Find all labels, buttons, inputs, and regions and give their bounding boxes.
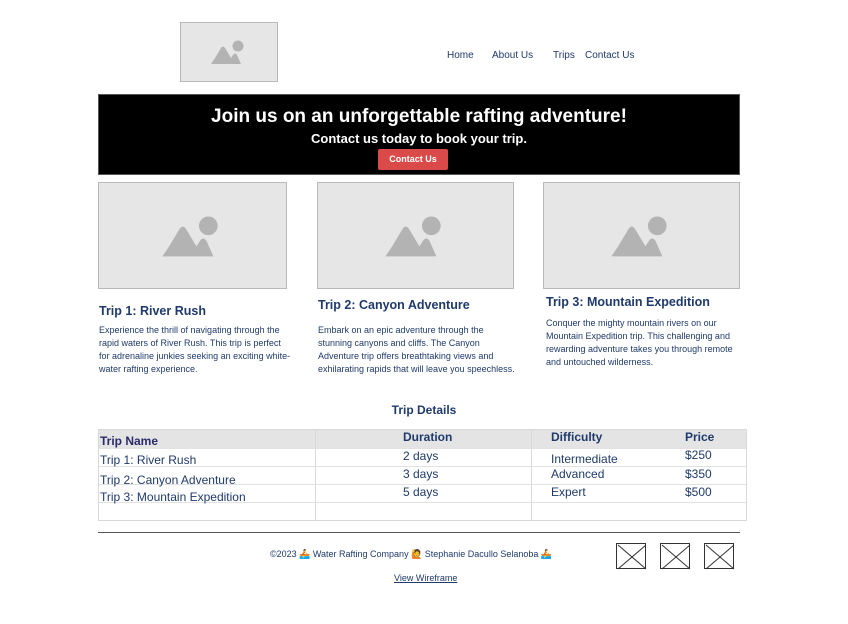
trip-details-title: Trip Details bbox=[391, 403, 457, 417]
footer-divider bbox=[98, 532, 740, 533]
placeholder-x-icon bbox=[661, 544, 691, 570]
nav-about-us[interactable]: About Us bbox=[492, 50, 533, 61]
social-placeholder-2[interactable] bbox=[660, 543, 691, 570]
table-cell: 3 days bbox=[403, 467, 439, 481]
header-duration: Duration bbox=[403, 430, 453, 444]
trip-2-image bbox=[317, 182, 514, 289]
table-cell: Trip 3: Mountain Expedition bbox=[100, 490, 246, 504]
table-cell: $250 bbox=[685, 448, 712, 462]
placeholder-x-icon bbox=[705, 544, 735, 570]
social-placeholder-3[interactable] bbox=[704, 543, 735, 570]
trip-3-title: Trip 3: Mountain Expedition bbox=[546, 295, 710, 309]
nav-home[interactable]: Home bbox=[447, 50, 474, 61]
footer-copyright: ©2023 🚣 Water Rafting Company 🙋 Stephani… bbox=[270, 549, 553, 559]
header-difficulty: Difficulty bbox=[551, 430, 603, 444]
table-cell: 5 days bbox=[403, 485, 439, 499]
trip-2-title: Trip 2: Canyon Adventure bbox=[318, 298, 470, 312]
view-wireframe-link[interactable]: View Wireframe bbox=[394, 573, 457, 583]
trip-1-image bbox=[98, 182, 287, 289]
hero-title: Join us on an unforgettable rafting adve… bbox=[211, 106, 627, 127]
hero-subtitle: Contact us today to book your trip. bbox=[311, 131, 527, 146]
table-cell: 2 days bbox=[403, 449, 439, 463]
header-price: Price bbox=[685, 430, 715, 444]
table-cell: Intermediate bbox=[551, 452, 618, 466]
contact-us-button[interactable]: Contact Us bbox=[378, 149, 448, 170]
image-placeholder-icon bbox=[610, 215, 667, 256]
trip-1-description: Experience the thrill of navigating thro… bbox=[99, 325, 291, 374]
trip-3-description: Conquer the mighty mountain rivers on ou… bbox=[546, 318, 733, 367]
table-cell: Advanced bbox=[551, 467, 605, 481]
header-trip-name: Trip Name bbox=[100, 434, 159, 448]
nav-trips[interactable]: Trips bbox=[553, 50, 575, 61]
placeholder-x-icon bbox=[617, 544, 647, 570]
table-cell: Trip 2: Canyon Adventure bbox=[100, 473, 236, 487]
trip-details-table: Trip Name Duration Difficulty Price Trip… bbox=[98, 429, 747, 521]
trip-3-image bbox=[543, 182, 740, 289]
social-placeholder-1[interactable] bbox=[616, 543, 647, 570]
trip-2-description: Embark on an epic adventure through the … bbox=[318, 325, 515, 374]
trip-1-title: Trip 1: River Rush bbox=[99, 304, 206, 318]
hero-banner: Join us on an unforgettable rafting adve… bbox=[98, 94, 740, 175]
table-cell: Expert bbox=[551, 485, 586, 499]
table-cell: $500 bbox=[685, 485, 712, 499]
image-placeholder-icon bbox=[161, 215, 218, 256]
logo-image bbox=[180, 22, 278, 82]
image-placeholder-icon bbox=[211, 40, 244, 64]
table-cell: Trip 1: River Rush bbox=[100, 453, 197, 467]
image-placeholder-icon bbox=[384, 215, 441, 256]
nav-contact-us[interactable]: Contact Us bbox=[585, 50, 634, 61]
table-cell: $350 bbox=[685, 467, 712, 481]
